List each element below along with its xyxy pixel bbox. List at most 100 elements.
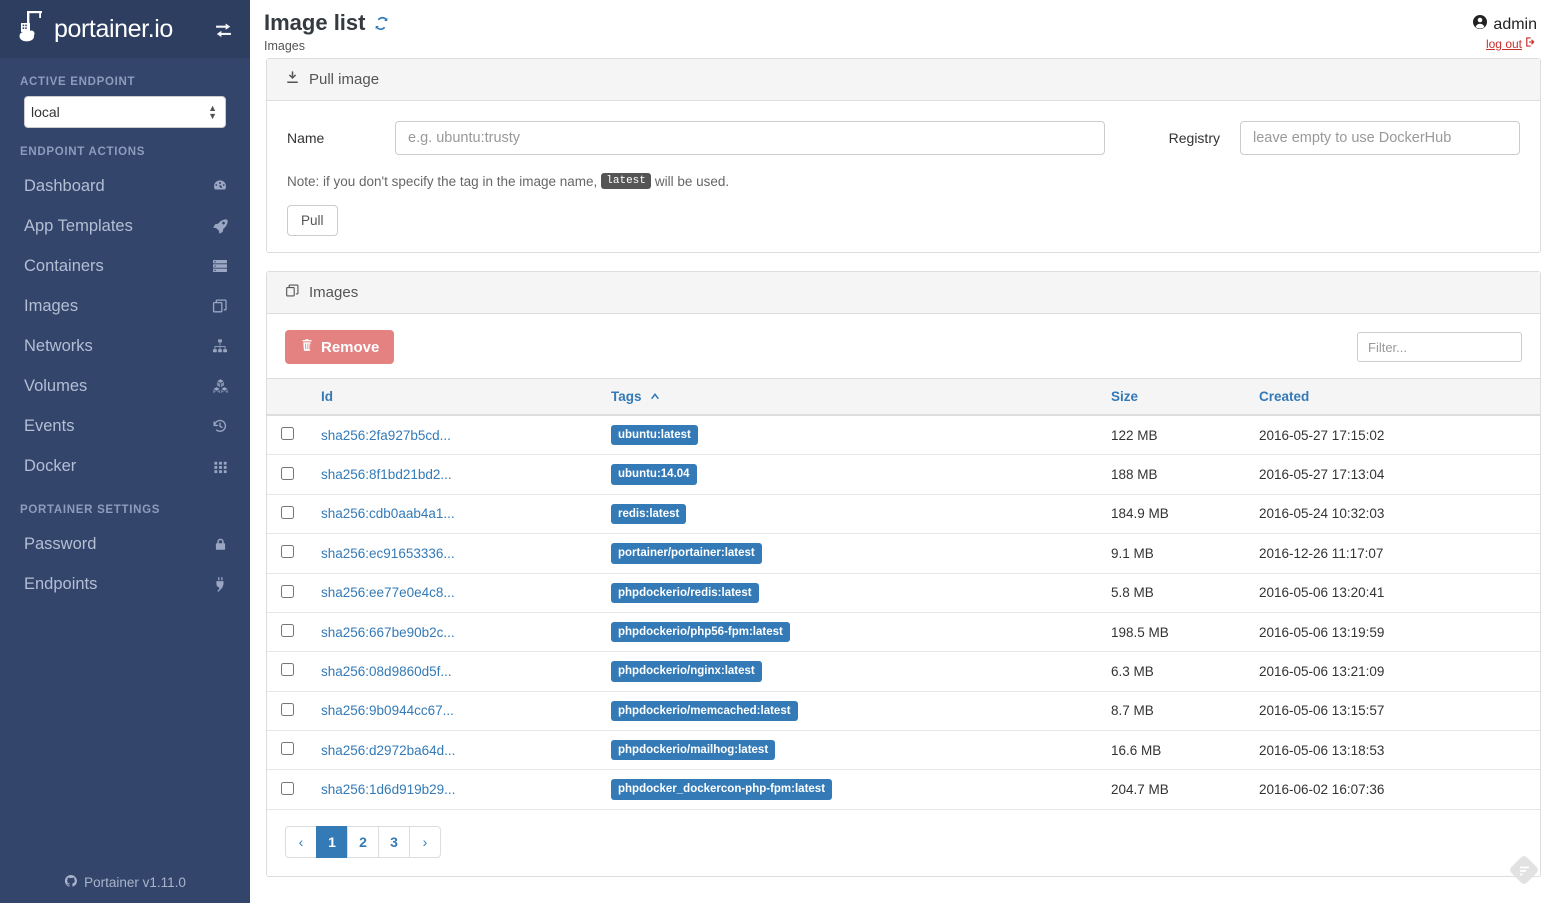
sidebar-item-events[interactable]: Events — [0, 406, 250, 446]
sidebar-item-dashboard[interactable]: Dashboard — [0, 166, 250, 206]
remove-button-label: Remove — [321, 338, 380, 356]
image-id-link[interactable]: sha256:ec91653336... — [321, 546, 455, 561]
image-id-link[interactable]: sha256:2fa927b5cd... — [321, 428, 451, 443]
row-checkbox[interactable] — [281, 427, 294, 441]
image-size-cell: 188 MB — [1103, 454, 1251, 495]
image-id-cell: sha256:d2972ba64d... — [313, 730, 603, 771]
row-checkbox-cell — [267, 769, 313, 810]
sidebar-item-label: Password — [24, 534, 97, 553]
image-created-cell: 2016-05-27 17:13:04 — [1251, 454, 1540, 495]
sidebar-item-label: Docker — [24, 456, 77, 475]
image-tag-badge: phpdockerio/redis:latest — [611, 582, 759, 603]
pagination-page-1[interactable]: 1 — [316, 825, 348, 858]
logout-link[interactable]: log out — [1486, 37, 1522, 51]
image-tag-badge: phpdockerio/memcached:latest — [611, 700, 798, 721]
filter-input[interactable] — [1357, 332, 1522, 362]
sidebar-item-label: Images — [24, 296, 79, 315]
portainer-whale-crane-logo-icon — [18, 9, 52, 49]
remove-button[interactable]: Remove — [285, 330, 395, 364]
row-checkbox[interactable] — [281, 781, 294, 795]
image-id-link[interactable]: sha256:ee77e0e4c8... — [321, 585, 455, 600]
cubes-icon — [210, 376, 230, 396]
image-id-link[interactable]: sha256:d2972ba64d... — [321, 743, 455, 758]
image-size-cell: 9.1 MB — [1103, 533, 1251, 574]
sidebar-item-app-templates[interactable]: App Templates — [0, 206, 250, 246]
pull-button[interactable]: Pull — [287, 205, 338, 236]
image-id-cell: sha256:cdb0aab4a1... — [313, 494, 603, 535]
pagination-next[interactable]: › — [409, 825, 441, 858]
sidebar-item-label: Networks — [24, 336, 93, 355]
sidebar-item-label: Volumes — [24, 376, 88, 395]
images-table: Id Tags Size Created sha256:2fa927b5cd..… — [267, 378, 1540, 810]
image-id-link[interactable]: sha256:8f1bd21bd2... — [321, 467, 452, 482]
image-id-link[interactable]: sha256:667be90b2c... — [321, 625, 455, 640]
sidebar-item-networks[interactable]: Networks — [0, 326, 250, 366]
column-header-created[interactable]: Created — [1251, 378, 1540, 416]
sidebar-heading-active-endpoint: ACTIVE ENDPOINT — [20, 76, 136, 88]
download-icon — [285, 70, 300, 89]
sign-out-icon[interactable] — [1525, 36, 1537, 51]
column-header-id[interactable]: Id — [313, 378, 603, 416]
exchange-arrows-icon[interactable] — [210, 16, 236, 42]
column-header-tags[interactable]: Tags — [603, 378, 1103, 416]
column-header-size[interactable]: Size — [1103, 378, 1251, 416]
image-id-cell: sha256:2fa927b5cd... — [313, 415, 603, 456]
pagination-page-2[interactable]: 2 — [347, 825, 379, 858]
sidebar-footer[interactable]: Portainer v1.11.0 — [0, 861, 250, 903]
sitemap-icon — [210, 336, 230, 356]
row-checkbox[interactable] — [281, 663, 294, 677]
row-checkbox[interactable] — [281, 702, 294, 716]
image-tag-badge: phpdockerio/nginx:latest — [611, 661, 762, 682]
sidebar-heading-endpoint-actions: ENDPOINT ACTIONS — [20, 146, 146, 158]
image-id-link[interactable]: sha256:1d6d919b29... — [321, 782, 455, 797]
name-label: Name — [287, 130, 325, 146]
sidebar-item-containers[interactable]: Containers — [0, 246, 250, 286]
images-panel-title: Images — [309, 284, 359, 301]
column-header-label: Tags — [611, 389, 642, 404]
image-name-input[interactable] — [395, 121, 1105, 155]
row-checkbox[interactable] — [281, 545, 294, 559]
page-title: Image list — [264, 10, 366, 35]
row-checkbox-cell — [267, 533, 313, 574]
github-icon — [64, 874, 78, 891]
sidebar-item-images[interactable]: Images — [0, 286, 250, 326]
image-tags-cell: redis:latest — [603, 494, 1103, 535]
brand-logo[interactable]: portainer.io — [18, 9, 210, 49]
row-checkbox[interactable] — [281, 742, 294, 756]
sidebar-item-volumes[interactable]: Volumes — [0, 366, 250, 406]
clone-icon — [210, 296, 230, 316]
registry-input[interactable] — [1240, 121, 1520, 155]
pull-image-panel-header: Pull image — [267, 59, 1540, 101]
row-checkbox-cell — [267, 415, 313, 456]
pull-note-code: latest — [601, 173, 651, 189]
image-id-link[interactable]: sha256:9b0944cc67... — [321, 703, 454, 718]
user-circle-icon — [1472, 14, 1488, 35]
image-created-cell: 2016-05-24 10:32:03 — [1251, 494, 1540, 535]
image-id-link[interactable]: sha256:08d9860d5f... — [321, 664, 452, 679]
endpoint-select[interactable]: local — [24, 96, 226, 128]
pagination-wrap: ‹ 1 2 3 › — [267, 810, 1540, 876]
brand-name: portainer.io — [54, 14, 173, 43]
row-checkbox[interactable] — [281, 466, 294, 480]
row-checkbox[interactable] — [281, 505, 294, 519]
pagination-prev[interactable]: ‹ — [285, 825, 317, 858]
logout-line[interactable]: log out — [1472, 36, 1537, 51]
pull-image-panel-body: Name Registry Note: if you don't specify… — [267, 101, 1540, 252]
sidebar-item-endpoints[interactable]: Endpoints — [0, 564, 250, 604]
image-id-link[interactable]: sha256:cdb0aab4a1... — [321, 506, 455, 521]
table-row: sha256:ec91653336... portainer/portainer:… — [267, 533, 1540, 574]
pagination-page-3[interactable]: 3 — [378, 825, 410, 858]
image-created-cell: 2016-05-06 13:18:53 — [1251, 730, 1540, 771]
refresh-icon[interactable] — [373, 15, 390, 32]
image-tags-cell: ubuntu:14.04 — [603, 454, 1103, 495]
row-checkbox[interactable] — [281, 624, 294, 638]
image-size-cell: 184.9 MB — [1103, 494, 1251, 535]
row-checkbox[interactable] — [281, 584, 294, 598]
sidebar-item-docker[interactable]: Docker — [0, 446, 250, 486]
image-created-cell: 2016-05-27 17:15:02 — [1251, 415, 1540, 456]
sidebar-item-password[interactable]: Password — [0, 524, 250, 564]
table-row: sha256:08d9860d5f... phpdockerio/nginx:la… — [267, 651, 1540, 692]
pull-note-suffix: will be used. — [654, 173, 730, 189]
column-header-label: Created — [1259, 389, 1310, 404]
table-row: sha256:cdb0aab4a1... redis:latest 184.9 MB… — [267, 494, 1540, 535]
